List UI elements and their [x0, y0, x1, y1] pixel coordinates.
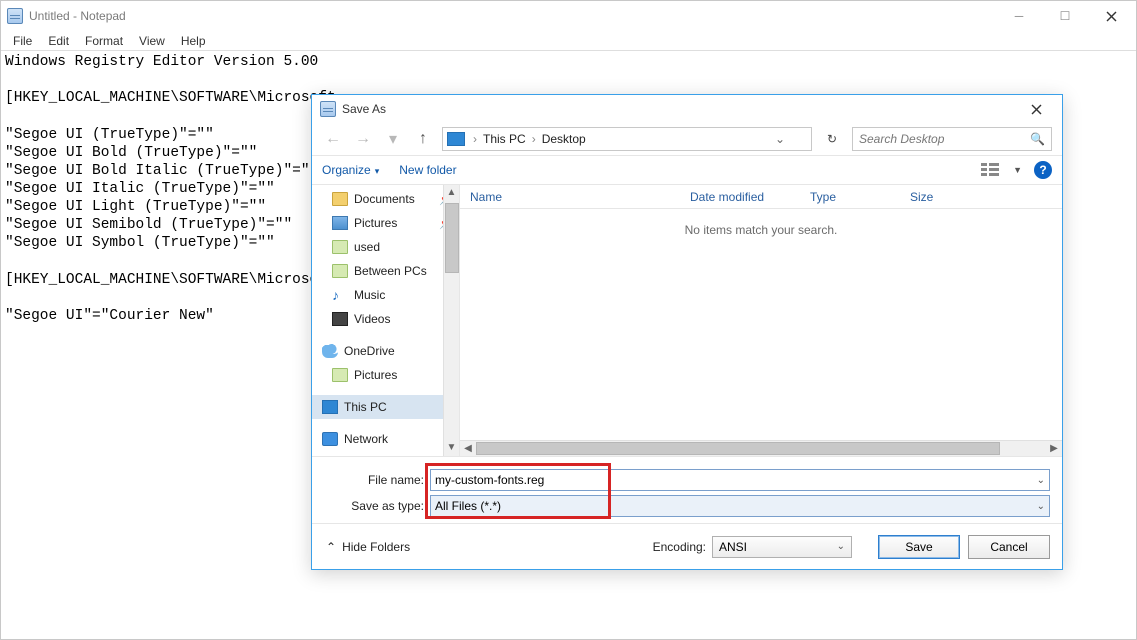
tree-item-videos[interactable]: Videos: [312, 307, 459, 331]
menubar: File Edit Format View Help: [1, 31, 1136, 51]
folder-icon: [332, 240, 348, 254]
save-button[interactable]: Save: [878, 535, 960, 559]
notepad-title: Untitled - Notepad: [29, 9, 126, 23]
refresh-button[interactable]: ↻: [820, 132, 844, 146]
folder-icon: [332, 368, 348, 382]
chevron-up-icon: ⌃: [326, 540, 336, 554]
breadcrumb-folder[interactable]: Desktop: [542, 132, 586, 146]
new-folder-button[interactable]: New folder: [399, 163, 456, 177]
col-size[interactable]: Size: [910, 190, 970, 204]
folder-icon: [332, 264, 348, 278]
pc-icon: [322, 400, 338, 414]
hide-folders-button[interactable]: ⌃ Hide Folders: [326, 540, 410, 554]
tree-scrollbar[interactable]: ▲ ▼: [443, 185, 459, 456]
organize-button[interactable]: Organize: [322, 163, 379, 177]
scroll-up-icon[interactable]: ▲: [447, 185, 457, 201]
chevron-down-icon[interactable]: ⌄: [1037, 501, 1045, 512]
saveastype-value: All Files (*.*): [435, 499, 501, 513]
search-placeholder: Search Desktop: [859, 132, 944, 146]
chevron-down-icon[interactable]: ▼: [1013, 165, 1022, 175]
menu-edit[interactable]: Edit: [40, 32, 77, 50]
notepad-icon: [7, 8, 23, 24]
nav-up-button[interactable]: ↑: [412, 130, 434, 148]
minimize-button[interactable]: ─: [996, 1, 1042, 31]
view-options-icon[interactable]: [981, 163, 1001, 177]
scroll-right-icon[interactable]: ▶: [1046, 441, 1062, 456]
tree-group-thispc[interactable]: This PC: [312, 395, 459, 419]
nav-back-button[interactable]: ←: [322, 130, 344, 148]
dialog-title: Save As: [342, 102, 386, 116]
col-name[interactable]: Name: [470, 190, 690, 204]
tree-group-onedrive[interactable]: OneDrive: [312, 339, 459, 363]
saveastype-select[interactable]: All Files (*.*) ⌄: [430, 495, 1050, 517]
tree-item-pictures[interactable]: Pictures📌: [312, 211, 459, 235]
notepad-titlebar: Untitled - Notepad ─ ☐: [1, 1, 1136, 31]
close-button[interactable]: [1088, 1, 1134, 31]
file-list: Name Date modified Type Size No items ma…: [460, 185, 1062, 456]
chevron-down-icon[interactable]: ⌄: [775, 132, 785, 146]
tree-item-used[interactable]: used: [312, 235, 459, 259]
menu-view[interactable]: View: [131, 32, 173, 50]
dialog-icon: [320, 101, 336, 117]
chevron-down-icon[interactable]: ⌄: [1037, 475, 1045, 486]
help-icon[interactable]: ?: [1034, 161, 1052, 179]
col-type[interactable]: Type: [810, 190, 910, 204]
search-input[interactable]: Search Desktop 🔍: [852, 127, 1052, 151]
saveastype-row: Save as type: All Files (*.*) ⌄: [324, 493, 1050, 519]
tree-item-onedrive-pictures[interactable]: Pictures: [312, 363, 459, 387]
scroll-thumb[interactable]: [476, 442, 1000, 455]
encoding-label: Encoding:: [653, 540, 706, 554]
list-hscrollbar[interactable]: ◀ ▶: [460, 440, 1062, 456]
chevron-right-icon: ›: [530, 132, 538, 146]
tree-item-betweenpcs[interactable]: Between PCs: [312, 259, 459, 283]
chevron-right-icon: ›: [471, 132, 479, 146]
scroll-thumb[interactable]: [445, 203, 459, 273]
empty-message: No items match your search.: [460, 209, 1062, 237]
pc-icon: [447, 132, 465, 146]
maximize-button[interactable]: ☐: [1042, 1, 1088, 31]
filename-label: File name:: [324, 473, 430, 487]
column-headers: Name Date modified Type Size: [460, 185, 1062, 209]
filename-value: my-custom-fonts.reg: [435, 473, 544, 487]
dialog-close-button[interactable]: [1014, 95, 1058, 123]
folder-icon: [332, 192, 348, 206]
menu-format[interactable]: Format: [77, 32, 131, 50]
cloud-icon: [322, 344, 338, 358]
save-as-dialog: Save As ← → ▾ ↑ › This PC › Desktop ⌄ ↻ …: [311, 94, 1063, 570]
breadcrumb[interactable]: › This PC › Desktop ⌄: [442, 127, 812, 151]
toolbar: Organize New folder ▼ ?: [312, 155, 1062, 185]
pictures-icon: [332, 216, 348, 230]
menu-help[interactable]: Help: [173, 32, 214, 50]
menu-file[interactable]: File: [5, 32, 40, 50]
filename-input[interactable]: my-custom-fonts.reg ⌄: [430, 469, 1050, 491]
nav-recent-button[interactable]: ▾: [382, 129, 404, 149]
music-icon: ♪: [332, 288, 348, 302]
scroll-left-icon[interactable]: ◀: [460, 441, 476, 456]
tree-item-documents[interactable]: Documents📌: [312, 187, 459, 211]
search-icon: 🔍: [1030, 132, 1045, 146]
dialog-bottom-bar: ⌃ Hide Folders Encoding: ANSI ⌄ Save Can…: [312, 523, 1062, 569]
network-icon: [322, 432, 338, 446]
breadcrumb-root[interactable]: This PC: [483, 132, 526, 146]
tree-group-network[interactable]: Network: [312, 427, 459, 451]
nav-tree: Documents📌 Pictures📌 used Between PCs ♪M…: [312, 185, 460, 456]
col-date[interactable]: Date modified: [690, 190, 810, 204]
encoding-select[interactable]: ANSI ⌄: [712, 536, 852, 558]
scroll-down-icon[interactable]: ▼: [447, 440, 457, 456]
tree-item-music[interactable]: ♪Music: [312, 283, 459, 307]
nav-row: ← → ▾ ↑ › This PC › Desktop ⌄ ↻ Search D…: [312, 123, 1062, 155]
dialog-titlebar: Save As: [312, 95, 1062, 123]
saveastype-label: Save as type:: [324, 499, 430, 513]
video-icon: [332, 312, 348, 326]
cancel-button[interactable]: Cancel: [968, 535, 1050, 559]
nav-forward-button[interactable]: →: [352, 130, 374, 148]
filename-row: File name: my-custom-fonts.reg ⌄: [324, 467, 1050, 493]
chevron-down-icon: ⌄: [837, 541, 845, 552]
encoding-value: ANSI: [719, 540, 747, 554]
